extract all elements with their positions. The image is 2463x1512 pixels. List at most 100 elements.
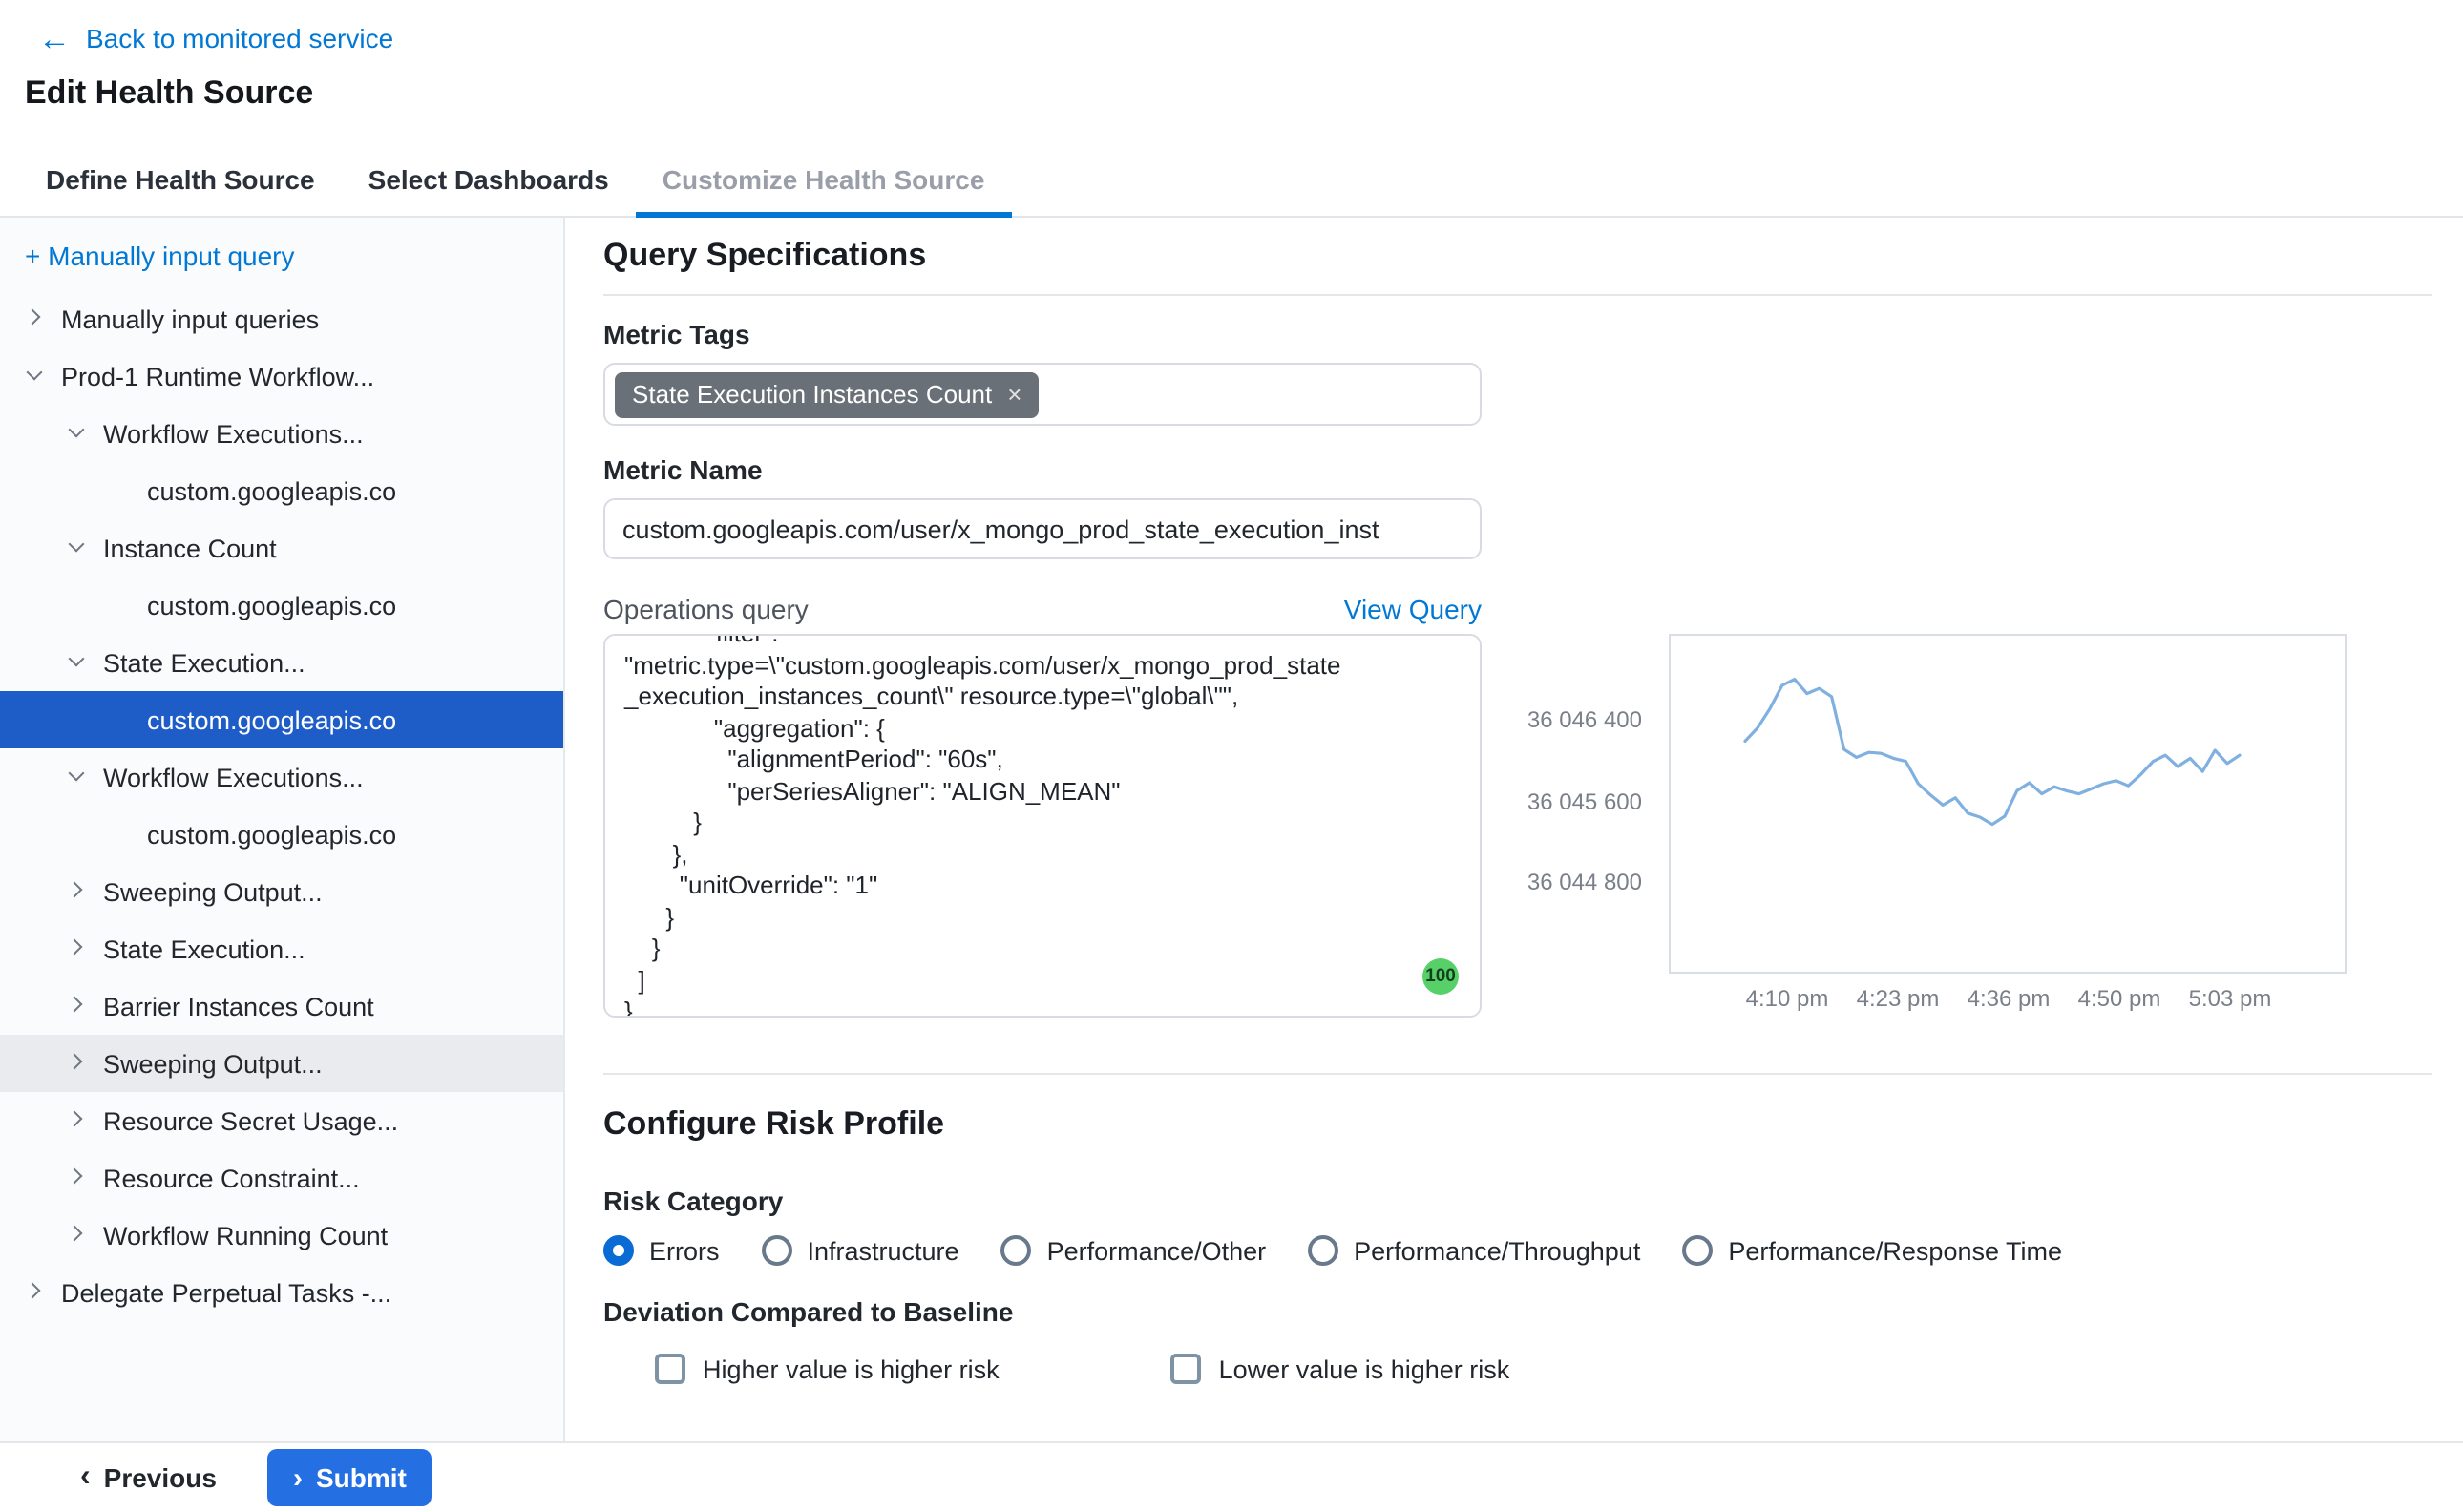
x-axis-label: 4:50 pm xyxy=(2078,985,2161,1012)
tree-item[interactable]: custom.googleapis.co xyxy=(0,806,563,863)
risk-category-option[interactable]: Performance/Other xyxy=(1001,1235,1267,1266)
tree-item-label: Barrier Instances Count xyxy=(103,992,374,1020)
radio-icon[interactable] xyxy=(1001,1235,1032,1266)
metric-name-input[interactable] xyxy=(603,498,1482,559)
chevron-down-icon[interactable] xyxy=(67,767,86,787)
tree-item[interactable]: Delegate Perpetual Tasks -... xyxy=(0,1264,563,1321)
divider xyxy=(603,294,2432,296)
operations-query-header: Operations query View Query xyxy=(603,590,1482,628)
add-manual-query-link[interactable]: + Manually input query xyxy=(0,241,563,290)
tree-item[interactable]: State Execution... xyxy=(0,920,563,977)
page-title: Edit Health Source xyxy=(25,74,2463,113)
tree-item-label: Resource Secret Usage... xyxy=(103,1106,398,1135)
footer: ‹ Previous › Submit xyxy=(0,1441,2463,1512)
metric-name-label: Metric Name xyxy=(603,454,2432,487)
metric-tags-input[interactable]: State Execution Instances Count × xyxy=(603,363,1482,426)
deviation-option[interactable]: Lower value is higher risk xyxy=(1171,1354,1510,1384)
tree-item-label: Instance Count xyxy=(103,534,277,562)
view-query-link[interactable]: View Query xyxy=(1344,594,1482,624)
tree-item-label: Manually input queries xyxy=(61,304,319,333)
metric-tag-chip[interactable]: State Execution Instances Count × xyxy=(615,371,1039,417)
tab-customize-health-source[interactable]: Customize Health Source xyxy=(636,143,1012,216)
radio-label: Errors xyxy=(649,1236,720,1265)
deviation-option[interactable]: Higher value is higher risk xyxy=(655,1354,1000,1384)
sidebar: + Manually input query Manually input qu… xyxy=(0,218,565,1441)
operations-query-section: Operations query View Query "filter": "m… xyxy=(603,590,2432,1027)
tree-item-label: custom.googleapis.co xyxy=(147,591,396,620)
divider xyxy=(603,1073,2432,1075)
back-arrow-icon[interactable]: ← xyxy=(38,22,71,54)
tab-define-health-source[interactable]: Define Health Source xyxy=(19,143,342,216)
tree-item[interactable]: Manually input queries xyxy=(0,290,563,347)
tree-item[interactable]: Resource Secret Usage... xyxy=(0,1092,563,1149)
tree-item[interactable]: custom.googleapis.co xyxy=(0,577,563,634)
tree-item[interactable]: Prod-1 Runtime Workflow... xyxy=(0,347,563,405)
chevron-right-icon[interactable] xyxy=(67,997,86,1016)
tree-item[interactable]: State Execution... xyxy=(0,634,563,691)
tree-item-label: Delegate Perpetual Tasks -... xyxy=(61,1278,391,1307)
metric-tag-chip-label: State Execution Instances Count xyxy=(632,380,992,409)
chip-close-icon[interactable]: × xyxy=(1007,380,1021,409)
tree-item[interactable]: Workflow Executions... xyxy=(0,405,563,462)
back-nav[interactable]: ← Back to monitored service xyxy=(38,19,2463,57)
chevron-right-icon[interactable] xyxy=(67,1111,86,1130)
deviation-label: Deviation Compared to Baseline xyxy=(603,1296,2432,1329)
tree-item-label: State Execution... xyxy=(103,934,305,963)
y-axis-label: 36 044 800 xyxy=(1478,867,1642,897)
chevron-right-icon[interactable] xyxy=(67,1168,86,1187)
chevron-right-icon[interactable] xyxy=(67,1054,86,1073)
metric-tags-label: Metric Tags xyxy=(603,319,2432,351)
radio-icon[interactable] xyxy=(1308,1235,1338,1266)
tab-select-dashboards[interactable]: Select Dashboards xyxy=(342,143,636,216)
tree-item[interactable]: Workflow Running Count xyxy=(0,1207,563,1264)
edit-health-source-page: ← Back to monitored service Edit Health … xyxy=(0,0,2463,1512)
tree-item-label: Prod-1 Runtime Workflow... xyxy=(61,362,374,390)
tree-item[interactable]: Barrier Instances Count xyxy=(0,977,563,1035)
chevron-right-icon[interactable] xyxy=(67,1226,86,1245)
submit-button-label: Submit xyxy=(316,1462,407,1493)
tree-item-label: Workflow Executions... xyxy=(103,763,364,791)
tree-item-label: Resource Constraint... xyxy=(103,1164,360,1192)
submit-button[interactable]: › Submit xyxy=(268,1449,432,1506)
radio-label: Infrastructure xyxy=(808,1236,959,1265)
tree-item-label: custom.googleapis.co xyxy=(147,476,396,505)
operations-query-editor[interactable]: "filter": "metric.type=\"custom.googleap… xyxy=(603,634,1482,1018)
tree-item-label: Workflow Executions... xyxy=(103,419,364,448)
chevron-right-icon[interactable] xyxy=(67,939,86,958)
radio-icon[interactable] xyxy=(1682,1235,1713,1266)
tree-item[interactable]: custom.googleapis.co xyxy=(0,691,563,748)
tree-item[interactable]: Sweeping Output... xyxy=(0,1035,563,1092)
tree-item[interactable]: Resource Constraint... xyxy=(0,1149,563,1207)
tree-item-label: Sweeping Output... xyxy=(103,877,323,906)
chevron-right-icon[interactable] xyxy=(25,1283,44,1302)
radio-icon[interactable] xyxy=(762,1235,792,1266)
x-axis-label: 4:36 pm xyxy=(1968,985,2051,1012)
main-content: Query Specifications Metric Tags State E… xyxy=(565,218,2463,1441)
checkbox-icon[interactable] xyxy=(1171,1354,1202,1384)
tree-item[interactable]: custom.googleapis.co xyxy=(0,462,563,519)
tree-item[interactable]: Instance Count xyxy=(0,519,563,577)
chevron-down-icon[interactable] xyxy=(25,367,44,386)
page-header: ← Back to monitored service Edit Health … xyxy=(0,0,2463,143)
operations-query-text: "filter": "metric.type=\"custom.googleap… xyxy=(624,634,1461,1018)
checkbox-icon[interactable] xyxy=(655,1354,685,1384)
risk-category-option[interactable]: Performance/Throughput xyxy=(1308,1235,1640,1266)
x-axis-label: 4:23 pm xyxy=(1857,985,1940,1012)
risk-category-option[interactable]: Infrastructure xyxy=(762,1235,959,1266)
chevron-left-icon: ‹ xyxy=(80,1462,91,1493)
y-axis-label: 36 046 400 xyxy=(1478,704,1642,735)
radio-label: Performance/Throughput xyxy=(1354,1236,1640,1265)
chevron-right-icon[interactable] xyxy=(67,882,86,901)
chevron-down-icon[interactable] xyxy=(67,424,86,443)
back-link[interactable]: Back to monitored service xyxy=(86,23,393,53)
tree-item[interactable]: Workflow Executions... xyxy=(0,748,563,806)
chevron-down-icon[interactable] xyxy=(67,538,86,557)
risk-category-option[interactable]: Performance/Response Time xyxy=(1682,1235,2062,1266)
risk-category-option[interactable]: Errors xyxy=(603,1235,720,1266)
tree-item[interactable]: Sweeping Output... xyxy=(0,863,563,920)
chevron-right-icon[interactable] xyxy=(25,309,44,328)
previous-button[interactable]: ‹ Previous xyxy=(80,1462,217,1493)
chevron-down-icon[interactable] xyxy=(67,653,86,672)
x-axis-label: 5:03 pm xyxy=(2189,985,2272,1012)
radio-selected-icon[interactable] xyxy=(603,1235,634,1266)
